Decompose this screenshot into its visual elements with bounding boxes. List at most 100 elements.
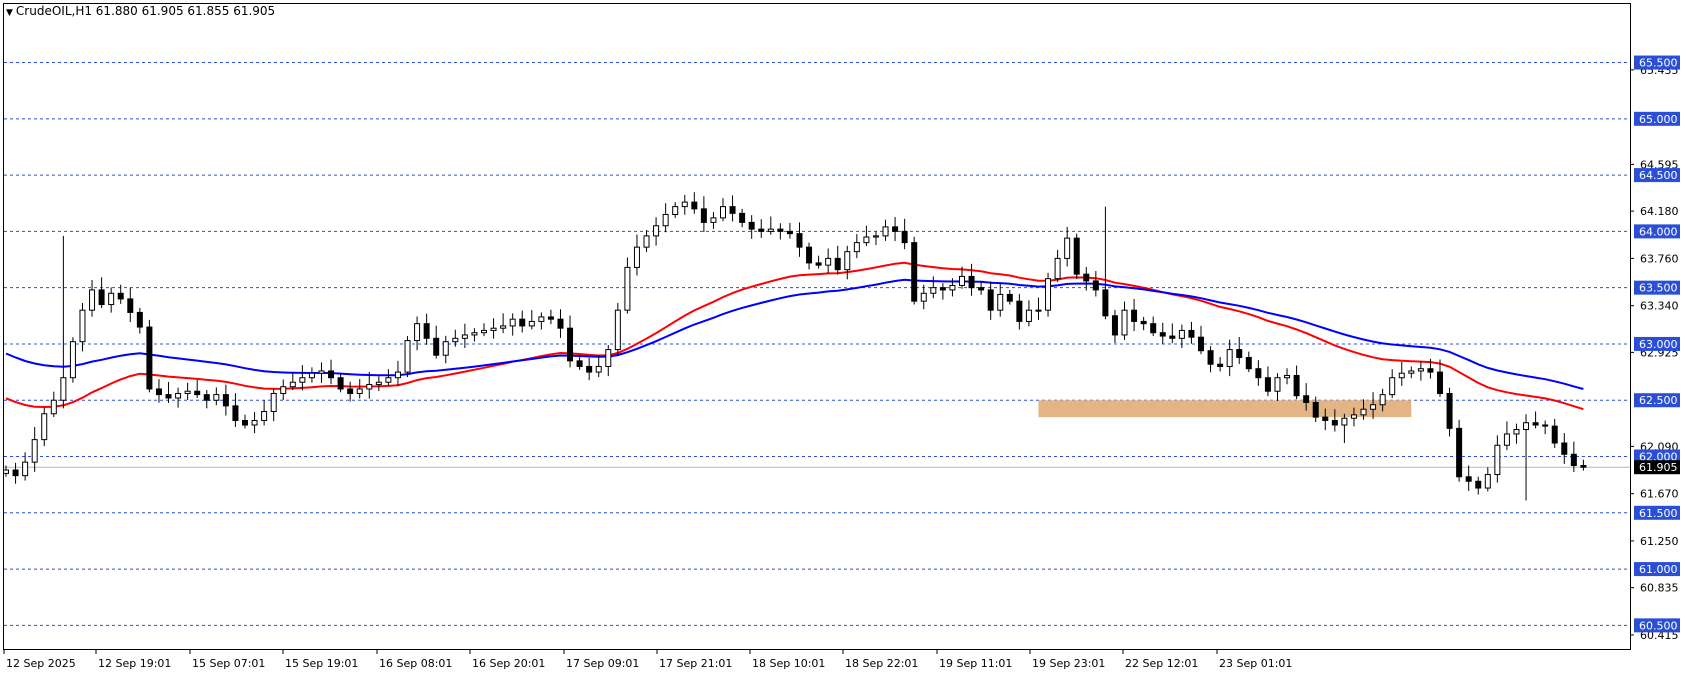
candle-body — [385, 377, 392, 383]
candle-body — [184, 390, 191, 394]
candle-body — [557, 318, 564, 329]
candle-body — [1312, 401, 1319, 418]
candle-body — [1523, 422, 1530, 430]
candle-body — [1341, 417, 1348, 426]
level-price-tag-text: 60.500 — [1639, 619, 1678, 632]
candle-body — [920, 292, 927, 302]
price-scale-label: 64.180 — [1640, 205, 1679, 218]
candle-body — [442, 341, 449, 356]
candle-body — [1293, 374, 1300, 397]
candle-body — [1131, 309, 1138, 322]
candle-body — [777, 228, 784, 232]
candle-body — [939, 287, 946, 291]
time-axis-label: 23 Sep 01:01 — [1219, 657, 1292, 670]
candle-body — [60, 377, 67, 401]
candle — [1045, 272, 1052, 317]
candle-body — [1532, 422, 1539, 426]
candle-body — [1035, 309, 1042, 312]
candle-body — [136, 311, 143, 328]
candle-body — [700, 208, 707, 223]
candle-body — [280, 386, 287, 394]
candle-body — [117, 292, 124, 300]
candle-body — [614, 309, 621, 351]
candle-body — [337, 377, 344, 390]
candle-body — [50, 399, 57, 415]
candle-body — [729, 206, 736, 214]
candle-body — [1427, 368, 1434, 373]
candle-body — [299, 377, 306, 383]
candle — [146, 319, 153, 393]
candle-body — [806, 246, 813, 264]
price-scale-label: 61.250 — [1640, 535, 1679, 548]
candle-body — [1188, 329, 1195, 338]
candle-body — [69, 341, 76, 379]
candle-body — [1274, 377, 1281, 392]
candle-body — [165, 394, 172, 399]
candle-body — [356, 388, 363, 394]
candle-body — [213, 394, 220, 401]
candle-body — [404, 340, 411, 373]
candle-body — [1178, 329, 1185, 339]
candle-body — [987, 289, 994, 311]
candle-body — [1408, 370, 1415, 374]
candle-body — [79, 309, 86, 343]
time-axis-label: 16 Sep 20:01 — [472, 657, 545, 670]
time-axis-label: 18 Sep 22:01 — [845, 657, 918, 670]
candle-body — [1016, 300, 1023, 322]
candle-body — [576, 360, 583, 367]
candle-body — [911, 242, 918, 302]
candle-body — [414, 323, 421, 342]
candle-body — [1551, 425, 1558, 444]
candle-body — [175, 392, 182, 399]
candle — [614, 302, 621, 357]
candle-body — [767, 228, 774, 232]
candle-body — [308, 372, 315, 379]
candle-body — [882, 226, 889, 237]
candle-body — [1398, 372, 1405, 379]
candle-body — [815, 262, 822, 266]
candle-body — [22, 461, 29, 477]
triangle-down-icon[interactable]: ▼ — [6, 8, 13, 18]
candle-body — [1503, 433, 1510, 446]
candle-body — [1513, 428, 1520, 435]
candle-body — [1465, 476, 1472, 482]
candle-body — [1379, 394, 1386, 406]
candle-body — [433, 337, 440, 356]
candle-body — [1083, 273, 1090, 282]
candle — [1073, 233, 1080, 280]
candle-body — [567, 327, 574, 362]
time-axis-label: 18 Sep 10:01 — [752, 657, 825, 670]
time-axis-label: 19 Sep 23:01 — [1032, 657, 1105, 670]
candle-body — [786, 230, 793, 235]
candle-body — [1322, 416, 1329, 421]
candle-body — [1045, 278, 1052, 311]
time-axis-label: 16 Sep 08:01 — [379, 657, 452, 670]
candle-body — [633, 246, 640, 268]
chart-canvas[interactable]: 65.43564.59564.18063.76063.34062.92562.0… — [0, 0, 1686, 675]
candle-body — [490, 327, 497, 331]
candle-body — [222, 394, 229, 407]
candle-body — [872, 235, 879, 238]
candle-body — [509, 318, 516, 327]
price-scale-label: 63.760 — [1640, 252, 1679, 265]
candle-body — [1073, 237, 1080, 275]
candle-body — [1350, 414, 1357, 419]
candle-body — [423, 323, 430, 339]
candle-body — [481, 329, 487, 334]
candle-body — [538, 316, 545, 322]
candle-body — [605, 349, 612, 367]
price-scale-label: 60.835 — [1640, 582, 1679, 595]
time-axis-label: 15 Sep 19:01 — [285, 657, 358, 670]
candle — [1456, 419, 1463, 482]
candle-body — [1226, 349, 1233, 367]
candle-body — [1025, 309, 1032, 322]
candle-body — [194, 390, 201, 396]
candle-body — [1217, 363, 1224, 367]
candle-body — [595, 365, 602, 373]
candle-body — [1370, 404, 1377, 410]
trading-chart[interactable]: 65.435 64.595 64.180 63.760 63.340 62.925 62.0… — [0, 0, 1686, 675]
candle-body — [1360, 408, 1367, 416]
candle-body — [127, 298, 134, 313]
candle-body — [1284, 374, 1291, 379]
candle-body — [662, 213, 669, 227]
